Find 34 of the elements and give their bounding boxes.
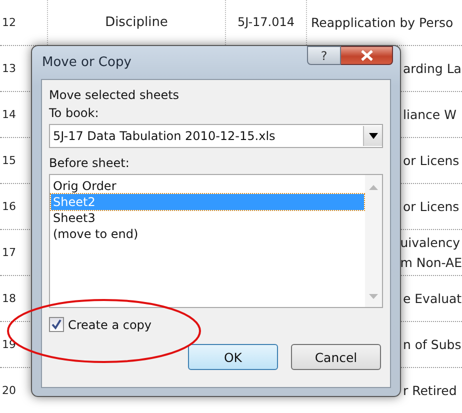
row-number: 12 (1, 16, 17, 29)
window-title: Move or Copy (41, 55, 132, 70)
table-cell-text: or Licens (403, 152, 460, 170)
row-number: 13 (1, 62, 17, 75)
close-button[interactable] (341, 46, 393, 65)
list-item[interactable]: Sheet3 (51, 210, 364, 226)
row-number: 18 (1, 292, 17, 305)
before-sheet-label: Before sheet: (49, 155, 130, 172)
list-item[interactable]: Orig Order (51, 178, 364, 194)
to-book-label: To book: (49, 105, 100, 122)
caret-icon (368, 133, 378, 139)
list-item[interactable]: (move to end) (51, 226, 364, 242)
row-number: 20 (1, 384, 17, 397)
table-cell-text: e Evaluat (403, 290, 462, 308)
help-button[interactable]: ? (307, 46, 341, 65)
table-cell-text: liance W (403, 106, 456, 124)
dropdown-button[interactable] (363, 126, 382, 146)
table-cell-text: arding La (403, 60, 462, 78)
table-cell-text: or Licens (403, 198, 460, 216)
row-number: 14 (1, 108, 17, 121)
to-book-dropdown[interactable]: 5J-17 Data Tabulation 2010-12-15.xls (49, 124, 383, 148)
heading-label: Move selected sheets (49, 87, 180, 104)
row-number: 16 (1, 200, 17, 213)
checkbox[interactable] (49, 317, 64, 332)
table-cell-text: r Retired (403, 382, 457, 400)
table-cell-text: n of Subs (403, 336, 462, 354)
checkbox-label: Create a copy (68, 318, 152, 332)
cancel-button[interactable]: Cancel (291, 344, 381, 370)
table-cell-text: Reapplication by Perso (310, 15, 454, 30)
close-icon (360, 50, 374, 61)
table-cell-text: uivalency m Non-AE (400, 234, 462, 272)
ok-button[interactable]: OK (188, 344, 278, 370)
row-number: 15 (1, 154, 17, 167)
row-number: 17 (1, 246, 17, 259)
